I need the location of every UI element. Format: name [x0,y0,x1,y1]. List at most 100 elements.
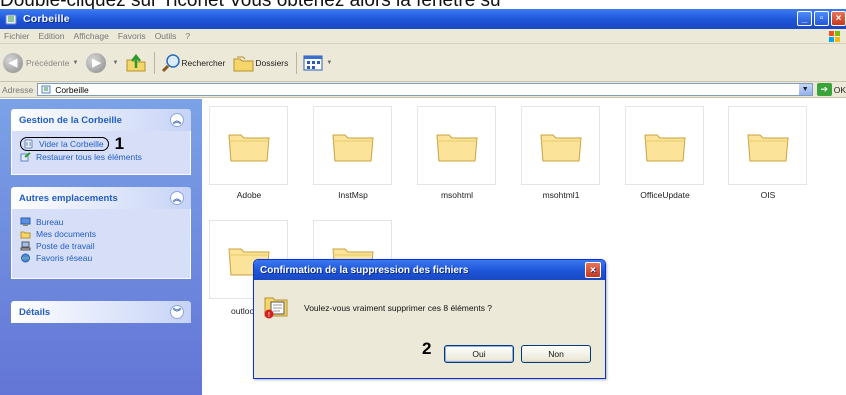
panel-details: Détails ︾ [11,301,191,323]
folder-icon [643,134,686,161]
collapse-icon[interactable]: ︽ [170,113,184,127]
minimize-button[interactable]: _ [797,11,812,26]
folder-thumbnail[interactable] [728,106,807,185]
views-button[interactable]: ▼ [303,54,332,72]
folder-label[interactable]: OIS [718,190,818,200]
desktop-icon [20,217,31,226]
place-label: Favoris réseau [36,252,93,263]
place-label: Poste de travail [36,240,95,251]
folder-label[interactable]: OfficeUpdate [615,190,715,200]
expand-icon[interactable]: ︾ [170,305,184,319]
search-button[interactable]: Rechercher [161,53,225,73]
my-computer-icon [20,241,31,250]
back-dropdown-icon[interactable]: ▼ [72,60,78,66]
folders-icon [233,56,254,71]
menu-help[interactable]: ? [185,31,190,41]
folders-button[interactable]: Dossiers [233,54,288,72]
menu-bar: Fichier Edition Affichage Favoris Outils… [0,29,846,44]
empty-recycle-bin-link[interactable]: Vider la Corbeille 1 [20,134,182,153]
folder-label[interactable]: InstMsp [303,190,403,200]
folder-thumbnail[interactable] [209,106,288,185]
folder-label[interactable]: msohtml [407,190,507,200]
folder-thumbnail[interactable] [417,106,496,185]
menu-outils[interactable]: Outils [155,31,177,41]
go-arrow-icon: ➔ [816,83,832,96]
address-field[interactable]: Corbeille ▼ [37,83,813,96]
close-button[interactable]: × [831,11,846,26]
folders-label: Dossiers [255,57,289,68]
dialog-titlebar[interactable]: Confirmation de la suppression des fichi… [254,260,605,280]
menu-edition[interactable]: Edition [39,31,65,41]
panel-recycle-tasks-header[interactable]: Gestion de la Corbeille ︽ [11,109,191,131]
forward-button[interactable]: ▶ ▼ [86,52,118,73]
windows-logo-icon [829,31,840,42]
folder-thumbnail[interactable] [521,106,600,185]
folder-icon [435,134,478,161]
views-dropdown-icon[interactable]: ▼ [326,60,332,66]
panel-other-places-header[interactable]: Autres emplacements ︽ [11,187,191,209]
go-label: OK [833,84,846,95]
restore-all-label: Restaurer tous les éléments [36,151,142,162]
network-icon [21,253,30,262]
menu-fichier[interactable]: Fichier [4,31,30,41]
folder-icon [331,134,374,161]
search-label: Rechercher [181,57,226,68]
go-button[interactable]: ➔ OK [816,83,846,96]
folder-thumbnail[interactable] [625,106,704,185]
confirm-delete-dialog: Confirmation de la suppression des fichi… [253,259,606,379]
dialog-message: Voulez-vous vraiment supprimer ces 8 élé… [304,303,493,313]
toolbar-separator [154,51,156,74]
place-desktop-link[interactable]: Bureau [20,216,182,227]
forward-dropdown-icon[interactable]: ▼ [112,60,118,66]
folder-icon [746,134,789,161]
dialog-title: Confirmation de la suppression des fichi… [260,264,469,276]
address-value: Corbeille [55,84,89,95]
restore-all-link[interactable]: Restaurer tous les éléments [20,151,182,162]
step-1-number: 1 [114,133,125,153]
up-folder-icon [126,53,146,71]
address-bar: Adresse Corbeille ▼ ➔ OK [0,82,846,98]
forward-arrow-icon: ▶ [86,52,107,73]
place-network-link[interactable]: Favoris réseau [20,252,182,263]
search-icon [162,53,181,72]
address-label: Adresse [2,84,34,95]
maximize-button[interactable]: ▫ [814,11,829,26]
svg-text:!: ! [268,312,270,319]
toolbar-separator-2 [296,51,298,74]
restore-icon [20,151,31,161]
folder-icon [227,134,270,161]
place-my-computer-link[interactable]: Poste de travail [20,240,182,251]
up-folder-button[interactable] [126,53,146,72]
panel-title: Gestion de la Corbeille [19,114,122,126]
window-titlebar[interactable]: Corbeille _ ▫ × [0,9,846,29]
menu-favoris[interactable]: Favoris [118,31,146,41]
place-my-documents-link[interactable]: Mes documents [20,228,182,239]
task-pane: Gestion de la Corbeille ︽ Vider la Corbe… [0,99,202,395]
folder-icon [539,134,582,161]
panel-recycle-tasks: Gestion de la Corbeille ︽ Vider la Corbe… [11,109,191,175]
panel-details-header[interactable]: Détails ︾ [11,301,191,323]
toolbar: ◀ Précédente ▼ ▶ ▼ Rechercher Dossiers ▼ [0,44,846,82]
empty-recycle-bin-label: Vider la Corbeille [39,138,104,149]
window-title: Corbeille [23,13,70,25]
address-dropdown-icon[interactable]: ▼ [798,84,812,95]
dialog-close-button[interactable]: × [585,262,601,278]
place-label: Bureau [36,216,64,227]
recycle-bin-small-icon [41,85,51,94]
folder-thumbnail[interactable] [313,106,392,185]
back-label: Précédente [26,57,70,68]
no-button[interactable]: Non [521,345,591,363]
back-button[interactable]: ◀ Précédente ▼ [3,52,78,73]
panel-title: Autres emplacements [19,192,118,204]
collapse-icon[interactable]: ︽ [170,191,184,205]
step-2-number: 2 [422,339,432,358]
yes-button[interactable]: Oui [444,345,514,363]
delete-files-warning-icon: ! [264,297,288,319]
empty-bin-icon [24,139,33,148]
menu-affichage[interactable]: Affichage [74,31,109,41]
panel-title: Détails [19,306,51,318]
views-icon [303,55,323,70]
back-arrow-icon: ◀ [3,52,23,73]
folder-label[interactable]: msohtml1 [511,190,611,200]
folder-label[interactable]: Adobe [199,190,299,200]
